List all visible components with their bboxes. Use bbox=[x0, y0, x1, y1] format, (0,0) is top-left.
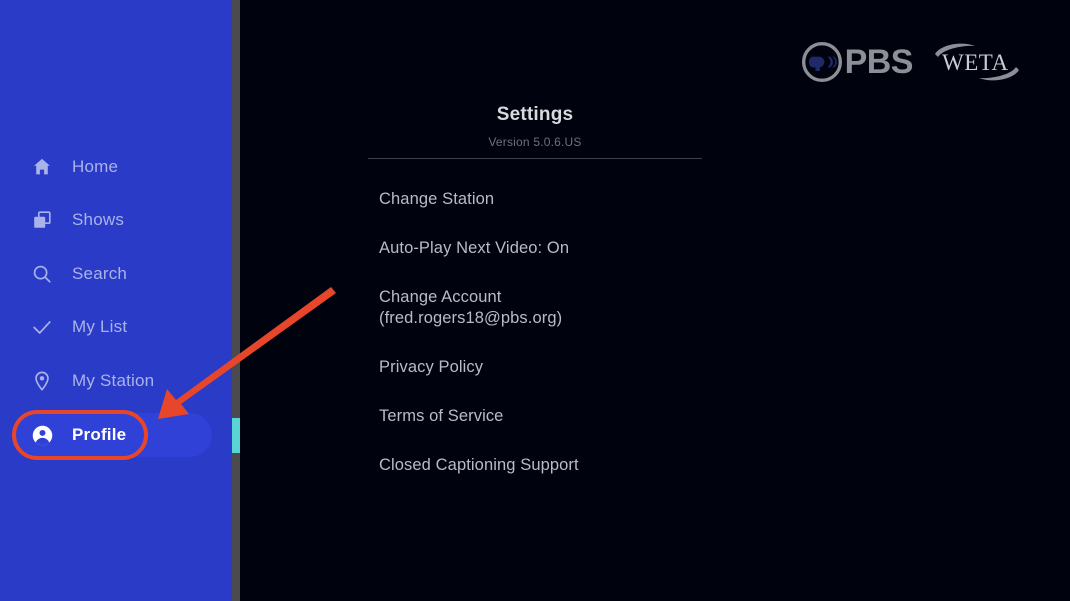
shows-icon bbox=[30, 208, 54, 232]
check-icon bbox=[30, 315, 54, 339]
sidebar-item-home[interactable]: Home bbox=[12, 145, 212, 189]
sidebar-item-label: Home bbox=[72, 157, 119, 176]
sidebar-edge-divider bbox=[232, 0, 240, 601]
focus-indicator-bar bbox=[232, 418, 240, 453]
settings-item-closed-captioning[interactable]: Closed Captioning Support bbox=[379, 455, 799, 476]
sidebar-item-label: Shows bbox=[72, 210, 125, 229]
sidebar-item-my-list[interactable]: My List bbox=[12, 305, 212, 349]
profile-icon bbox=[30, 423, 54, 447]
settings-item-auto-play[interactable]: Auto-Play Next Video: On bbox=[379, 238, 799, 259]
sidebar-navigation: Home Shows Search My List My Station Pro… bbox=[0, 0, 232, 601]
sidebar-item-label: Profile bbox=[72, 425, 127, 444]
sidebar-item-label: My List bbox=[72, 317, 128, 336]
pbs-wordmark: PBS bbox=[844, 43, 914, 81]
sidebar-item-profile[interactable]: Profile bbox=[12, 413, 212, 457]
settings-item-change-station[interactable]: Change Station bbox=[379, 189, 799, 210]
header-divider bbox=[368, 158, 702, 159]
sidebar-item-search[interactable]: Search bbox=[12, 252, 212, 296]
settings-panel: PBS WETA Settings Version 5.0.6.US Chang… bbox=[240, 0, 1070, 601]
settings-header: Settings Version 5.0.6.US bbox=[368, 104, 702, 149]
sidebar-item-label: My Station bbox=[72, 371, 155, 390]
weta-logo: WETA bbox=[929, 40, 1025, 84]
pbs-logo: PBS bbox=[801, 42, 914, 82]
sidebar-item-label: Search bbox=[72, 264, 128, 283]
search-icon bbox=[30, 262, 54, 286]
settings-menu: Change Station Auto-Play Next Video: On … bbox=[379, 189, 799, 504]
settings-item-terms-of-service[interactable]: Terms of Service bbox=[379, 406, 799, 427]
weta-wordmark: WETA bbox=[942, 50, 1009, 75]
sidebar-item-shows[interactable]: Shows bbox=[12, 198, 212, 242]
brand-logo: PBS WETA bbox=[801, 40, 1025, 84]
page-title: Settings bbox=[496, 104, 574, 125]
pbs-head-icon bbox=[801, 42, 842, 82]
settings-item-change-account[interactable]: Change Account (fred.rogers18@pbs.org) bbox=[379, 287, 799, 329]
home-icon bbox=[30, 155, 54, 179]
sidebar-item-my-station[interactable]: My Station bbox=[12, 359, 212, 403]
pin-icon bbox=[30, 369, 54, 393]
settings-item-privacy-policy[interactable]: Privacy Policy bbox=[379, 357, 799, 378]
pbs-video-app: Home Shows Search My List My Station Pro… bbox=[0, 0, 1070, 601]
version-label: Version 5.0.6.US bbox=[488, 135, 582, 149]
